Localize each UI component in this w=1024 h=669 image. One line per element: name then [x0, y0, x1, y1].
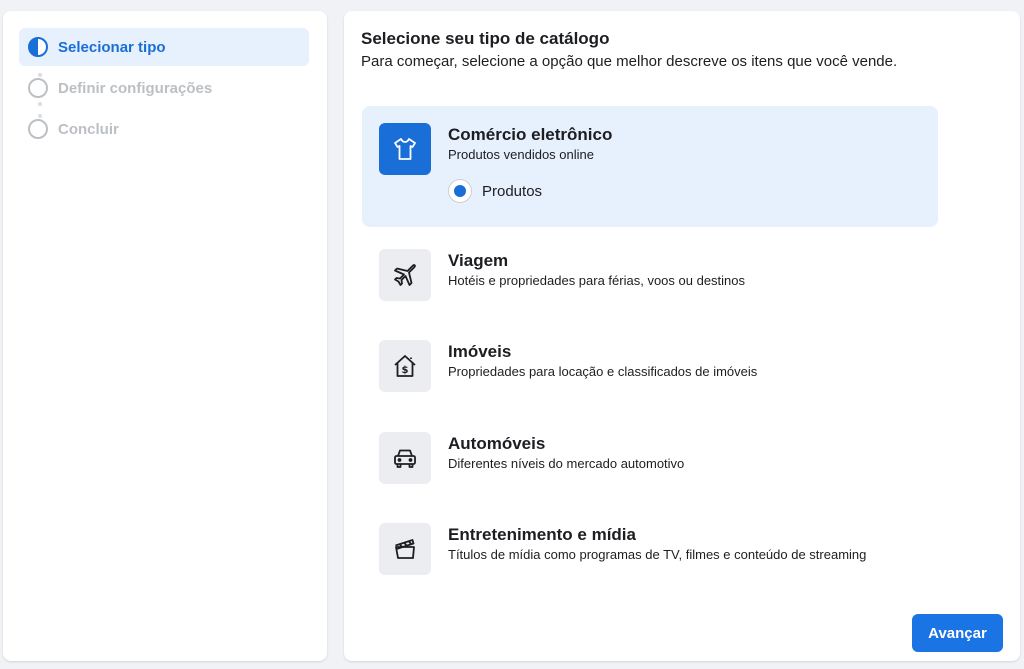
option-description: Propriedades para locação e classificado… — [448, 364, 758, 379]
option-vehicles[interactable]: Automóveis Diferentes níveis do mercado … — [362, 415, 938, 501]
option-description: Diferentes níveis do mercado automotivo — [448, 456, 685, 471]
page-subtitle: Para começar, selecione a opção que melh… — [361, 53, 898, 70]
page-title: Selecione seu tipo de catálogo — [361, 29, 610, 48]
step-label: Concluir — [58, 120, 119, 138]
catalog-type-panel: Selecione seu tipo de catálogo Para come… — [344, 11, 1020, 661]
option-title: Automóveis — [448, 434, 546, 453]
option-ecommerce[interactable]: Comércio eletrônico Produtos vendidos on… — [362, 106, 938, 227]
option-description: Hotéis e propriedades para férias, voos … — [448, 273, 746, 288]
radio-products[interactable]: Produtos — [448, 179, 542, 203]
steps-panel: Selecionar tipo Definir configurações Co… — [3, 11, 327, 661]
step-select-type[interactable]: Selecionar tipo — [19, 28, 309, 66]
radio-button[interactable] — [448, 179, 472, 203]
airplane-icon — [379, 249, 431, 301]
tshirt-icon — [379, 123, 431, 175]
half-circle-icon — [28, 37, 48, 57]
step-conclude[interactable]: Concluir — [19, 110, 309, 148]
option-title: Comércio eletrônico — [448, 125, 613, 144]
svg-text:$: $ — [402, 365, 409, 376]
option-entertainment[interactable]: Entretenimento e mídia Títulos de mídia … — [362, 506, 938, 592]
option-title: Imóveis — [448, 342, 512, 361]
option-description: Títulos de mídia como programas de TV, f… — [448, 547, 867, 562]
option-title: Viagem — [448, 251, 509, 270]
step-define-settings[interactable]: Definir configurações — [19, 69, 309, 107]
car-icon — [379, 432, 431, 484]
option-travel[interactable]: Viagem Hotéis e propriedades para férias… — [362, 232, 938, 318]
house-dollar-icon: $ — [379, 340, 431, 392]
option-title: Entretenimento e mídia — [448, 525, 636, 544]
option-real-estate[interactable]: $ Imóveis Propriedades para locação e cl… — [362, 323, 938, 409]
clapperboard-icon — [379, 523, 431, 575]
empty-circle-icon — [28, 119, 48, 139]
radio-label: Produtos — [482, 182, 543, 200]
option-description: Produtos vendidos online — [448, 147, 594, 162]
step-label: Selecionar tipo — [58, 38, 166, 56]
next-button[interactable]: Avançar — [912, 614, 1003, 652]
radio-dot — [454, 185, 466, 197]
step-label: Definir configurações — [58, 79, 213, 97]
empty-circle-icon — [28, 78, 48, 98]
